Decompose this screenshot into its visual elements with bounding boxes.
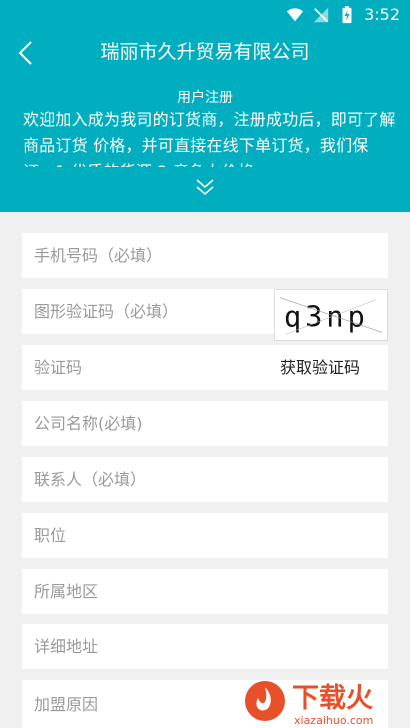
phone-input[interactable] <box>22 233 388 278</box>
watermark-logo: 下载火 xiazaihuo.com <box>245 681 373 727</box>
phone-field <box>22 233 388 278</box>
battery-charging-icon <box>342 5 352 23</box>
address-field <box>22 624 388 669</box>
chevron-double-down-icon[interactable] <box>194 177 216 197</box>
sms-code-input[interactable] <box>22 345 252 390</box>
watermark-brand: 下载火 <box>292 683 373 714</box>
contact-input[interactable] <box>22 457 388 502</box>
region-field <box>22 569 388 614</box>
watermark-url: xiazaihuo.com <box>294 714 373 727</box>
graphic-code-field: q3np <box>22 289 388 341</box>
page-subtitle: 用户注册 <box>177 90 233 106</box>
captcha-image[interactable]: q3np <box>274 289 388 341</box>
company-field <box>22 401 388 446</box>
page-title: 瑞丽市久升贸易有限公司 <box>100 41 310 63</box>
intro-text: 欢迎加入成为我司的订货商，注册成功后，即可了解商品订货 价格，并可直接在线下单订… <box>23 110 396 167</box>
status-bar: 3:52 <box>0 0 410 29</box>
company-input[interactable] <box>22 401 388 446</box>
captcha-text: q3np <box>284 300 369 334</box>
header: 瑞丽市久升贸易有限公司 用户注册 欢迎加入成为我司的订货商，注册成功后，即可了解… <box>0 29 410 212</box>
contact-field <box>22 457 388 502</box>
address-input[interactable] <box>22 624 388 669</box>
sms-code-field: 获取验证码 <box>22 345 388 390</box>
graphic-code-input[interactable] <box>22 289 272 334</box>
get-code-button[interactable]: 获取验证码 <box>280 345 360 390</box>
position-input[interactable] <box>22 513 388 558</box>
status-time: 3:52 <box>364 5 400 24</box>
region-input[interactable] <box>22 569 388 614</box>
position-field <box>22 513 388 558</box>
no-signal-icon <box>313 7 329 22</box>
wifi-icon <box>286 7 304 21</box>
